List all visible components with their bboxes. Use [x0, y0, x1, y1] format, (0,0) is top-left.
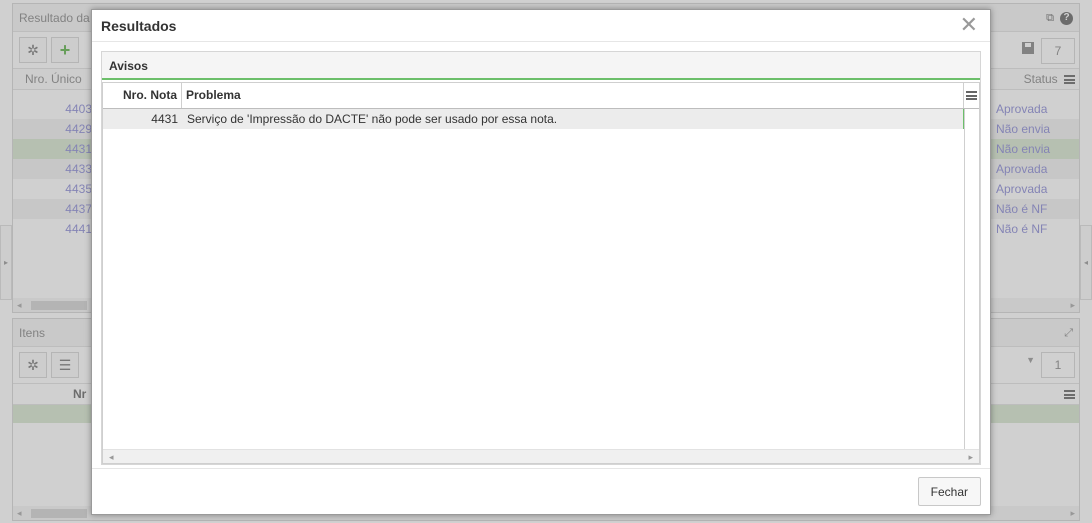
warnings-vscroll[interactable] — [964, 109, 979, 449]
cell-problema: Serviço de 'Impressão do DACTE' não pode… — [187, 112, 558, 126]
scroll-left-icon[interactable]: ◂ — [109, 450, 114, 464]
close-icon[interactable]: ✕ — [960, 13, 978, 37]
dialog-title: Resultados — [101, 18, 177, 34]
results-dialog: Resultados ✕ Avisos Nro. Nota Problema 4… — [91, 9, 991, 515]
section-title: Avisos — [102, 52, 980, 80]
dialog-footer: Fechar — [92, 468, 990, 514]
scroll-right-icon[interactable]: ▸ — [968, 450, 973, 464]
column-menu-button[interactable] — [964, 83, 979, 108]
cell-nro-nota: 4431 — [151, 112, 178, 126]
warnings-section: Avisos Nro. Nota Problema 4431 Serviço d… — [101, 51, 981, 465]
column-header-nro-nota[interactable]: Nro. Nota — [103, 83, 182, 108]
table-row[interactable]: 4431 Serviço de 'Impressão do DACTE' não… — [103, 109, 964, 129]
column-header-problema[interactable]: Problema — [182, 83, 964, 108]
warnings-grid-header: Nro. Nota Problema — [103, 83, 979, 109]
close-button[interactable]: Fechar — [917, 477, 981, 506]
warnings-grid: Nro. Nota Problema 4431 Serviço de 'Impr… — [102, 82, 980, 464]
dialog-header: Resultados ✕ — [92, 10, 990, 42]
warnings-hscroll[interactable]: ◂ ▸ — [103, 449, 979, 463]
menu-icon[interactable] — [966, 91, 977, 100]
